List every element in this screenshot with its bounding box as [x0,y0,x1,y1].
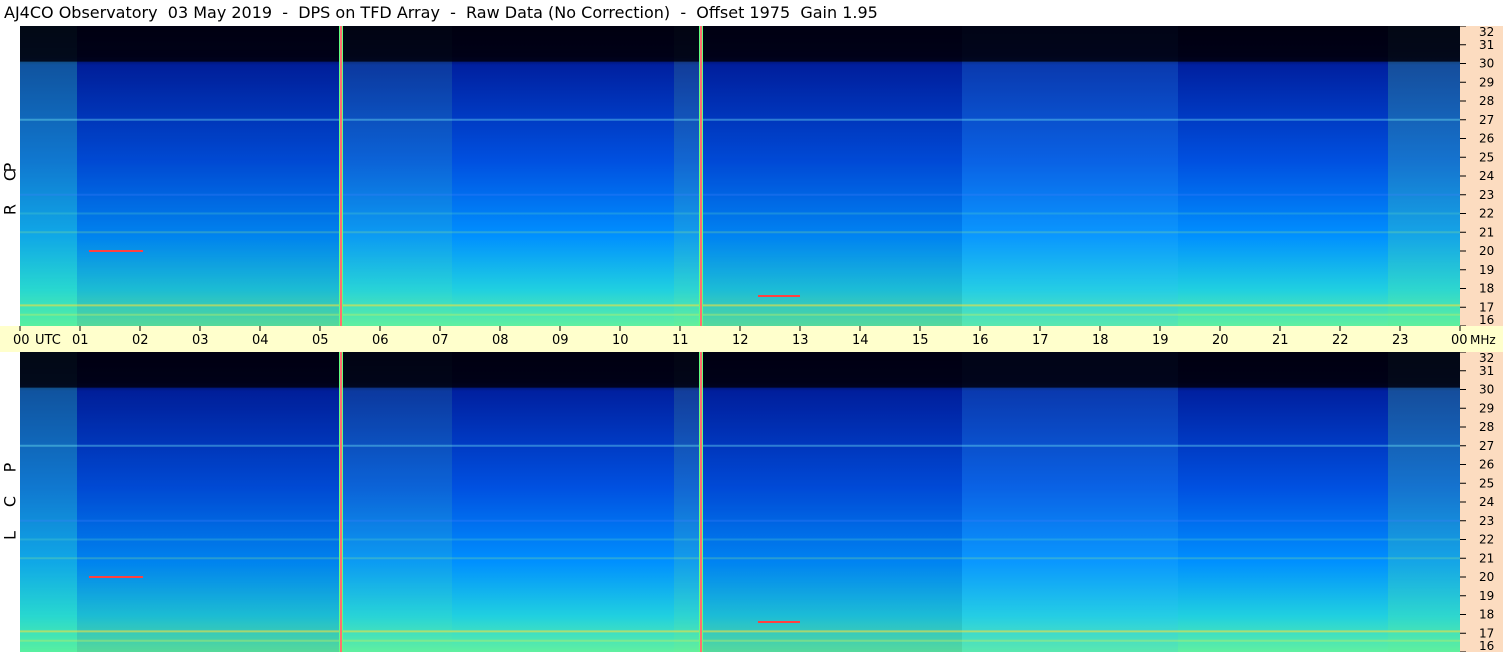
frequency-tick-label: 24 [1479,495,1494,509]
frequency-tick-label: 28 [1479,94,1494,108]
frequency-tick-label: 19 [1479,263,1494,277]
frequency-tick-label: 16 [1479,313,1494,326]
chart-title: AJ4CO Observatory 03 May 2019 - DPS on T… [4,3,878,22]
time-tick-label: 22 [1332,333,1349,348]
time-shading-band [674,26,701,326]
frequency-tick-label: 25 [1479,476,1494,490]
frequency-tick-label: 27 [1479,439,1494,453]
time-axis-utc-label: UTC [35,333,61,348]
time-tick-label: 03 [192,333,209,348]
high-frequency-noise-floor [20,26,1460,62]
frequency-tick-label: 32 [1479,26,1494,39]
time-shading-band [20,352,77,652]
time-tick-label: 21 [1272,333,1289,348]
time-tick-label: 19 [1152,333,1169,348]
time-shading-band [962,26,1178,326]
time-tick-label: 15 [912,333,929,348]
frequency-tick-label: 17 [1479,300,1494,314]
frequency-tick-label: 31 [1479,364,1494,378]
time-tick-label: 05 [312,333,329,348]
frequency-tick-label: 25 [1479,150,1494,164]
lcp-spectrogram [20,352,1460,652]
frequency-tick-label: 19 [1479,589,1494,603]
frequency-tick-label: 22 [1479,533,1494,547]
frequency-tick-label: 20 [1479,570,1494,584]
time-tick-label: 23 [1392,333,1409,348]
time-tick-label: 10 [612,333,629,348]
time-tick-label: 07 [432,333,449,348]
frequency-tick-label: 26 [1479,132,1494,146]
lcp-frequency-axis: 1617 18 19 20 21 22 23 24 25 26 27 28 29 30 3132 [1460,352,1503,652]
time-tick-label: 02 [132,333,149,348]
vertical-marker [340,26,342,326]
frequency-tick-label: 21 [1479,551,1494,565]
lcp-letter-1: P [0,462,20,473]
frequency-tick-label: 26 [1479,458,1494,472]
vertical-marker [700,352,702,652]
frequency-tick-label: 22 [1479,207,1494,221]
time-tick-label: 14 [852,333,869,348]
time-axis-unit-label: MHz [1470,333,1496,347]
frequency-tick-label: 18 [1479,608,1494,622]
time-tick-label: 18 [1092,333,1109,348]
time-tick-label: 16 [972,333,989,348]
lcp-letter-3: L [0,531,20,540]
time-tick-label: 20 [1212,333,1229,348]
utc-time-axis: 00 UTC 00 MHz 01 02 03 04 05 06 07 08 09 10 11 12 13… [0,326,1503,352]
time-tick-label: 01 [72,333,89,348]
time-shading-band [341,26,452,326]
frequency-tick-label: 31 [1479,38,1494,52]
time-shading-band [20,26,77,326]
frequency-tick-label: 27 [1479,113,1494,127]
rcp-frequency-axis: 1617 18 19 20 21 22 23 24 25 26 27 28 29 30 3132 [1460,26,1503,326]
rcp-letter-2: C [0,169,20,182]
time-tick-label: 04 [252,333,269,348]
time-tick-label: 08 [492,333,509,348]
time-tick-label: 09 [552,333,569,348]
vertical-marker [340,352,342,652]
frequency-tick-label: 20 [1479,244,1494,258]
frequency-tick-label: 28 [1479,420,1494,434]
spectrogram-figure: AJ4CO Observatory 03 May 2019 - DPS on T… [0,0,1503,672]
time-shading-band [341,352,452,652]
time-shading-band [962,352,1178,652]
time-shading-band [77,352,341,652]
time-axis-first-label: 00 [13,333,30,348]
frequency-tick-label: 18 [1479,282,1494,296]
time-tick-label: 11 [672,333,689,348]
lcp-letter-2: C [0,495,20,508]
frequency-tick-label: 17 [1479,626,1494,640]
frequency-tick-label: 24 [1479,169,1494,183]
frequency-tick-label: 30 [1479,383,1494,397]
rcp-letter-3: R [0,203,20,216]
time-shading-band [701,26,962,326]
time-shading-band [1388,26,1460,326]
time-shading-band [77,26,341,326]
rcp-side-label: P C R [0,26,20,326]
frequency-tick-label: 30 [1479,57,1494,71]
frequency-tick-label: 16 [1479,639,1494,652]
frequency-tick-label: 23 [1479,514,1494,528]
vertical-marker [700,26,702,326]
rcp-spectrogram [20,26,1460,326]
time-tick-label: 13 [792,333,809,348]
time-axis-last-label: 00 [1451,333,1468,348]
frequency-tick-label: 23 [1479,188,1494,202]
high-frequency-noise-floor [20,352,1460,388]
time-shading-band [701,352,962,652]
frequency-tick-label: 29 [1479,401,1494,415]
frequency-tick-label: 21 [1479,225,1494,239]
time-tick-label: 17 [1032,333,1049,348]
time-shading-band [674,352,701,652]
frequency-tick-label: 29 [1479,75,1494,89]
frequency-tick-label: 32 [1479,352,1494,365]
time-shading-band [1388,352,1460,652]
time-tick-label: 12 [732,333,749,348]
time-tick-label: 06 [372,333,389,348]
lcp-side-label: P C L [0,352,20,652]
